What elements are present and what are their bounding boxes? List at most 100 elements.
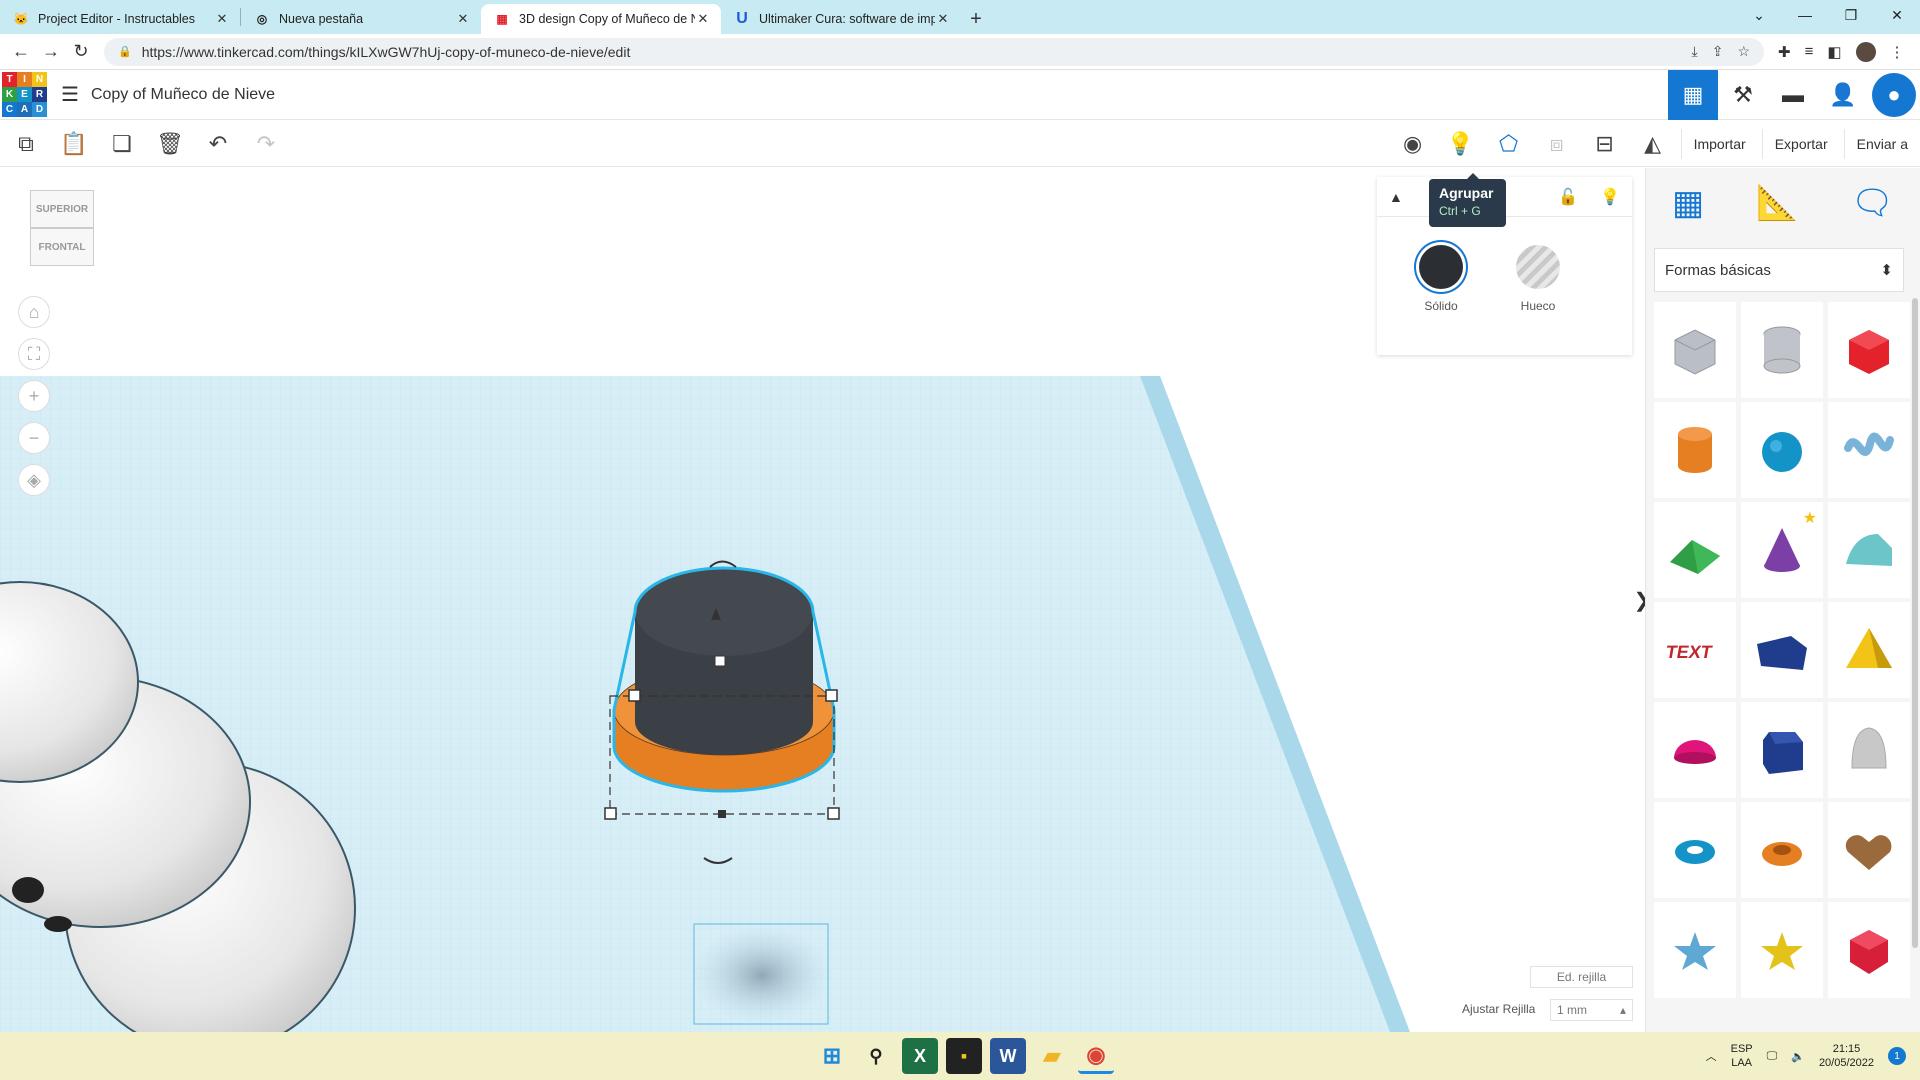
shape-round-roof[interactable] xyxy=(1828,502,1910,598)
side-panel-icon[interactable]: ◧ xyxy=(1827,43,1841,61)
shape-half-sphere[interactable] xyxy=(1654,702,1736,798)
browser-tab-instructables[interactable]: 🐱 Project Editor - Instructables ✕ xyxy=(0,4,240,34)
solid-swatch[interactable] xyxy=(1419,245,1463,289)
close-tab-icon[interactable]: ✕ xyxy=(695,11,711,27)
home-view-icon[interactable]: ⌂ xyxy=(18,296,50,328)
visibility-bulb-icon[interactable]: 💡 xyxy=(1600,187,1620,207)
delete-icon[interactable]: 🗑 xyxy=(146,121,194,167)
shape-box-hole[interactable] xyxy=(1654,302,1736,398)
send-to-button[interactable]: Enviar a xyxy=(1843,129,1920,159)
user-avatar[interactable]: ● xyxy=(1872,73,1916,117)
forward-icon[interactable]: → xyxy=(36,37,66,67)
word-icon[interactable]: W xyxy=(990,1038,1026,1074)
network-icon[interactable]: 🖵 xyxy=(1767,1050,1778,1063)
light-bulb-icon[interactable]: 💡 xyxy=(1437,121,1485,167)
hole-swatch[interactable] xyxy=(1516,245,1560,289)
height-handle[interactable] xyxy=(714,655,726,667)
shape-wedge[interactable] xyxy=(1741,602,1823,698)
duplicate-icon[interactable]: ❏ xyxy=(98,121,146,167)
snap-grid-select[interactable]: 1 mm ▴ xyxy=(1550,999,1633,1021)
lock-shape-icon[interactable]: 🔓 xyxy=(1558,187,1578,207)
shape-star-gold[interactable] xyxy=(1741,902,1823,998)
shape-paraboloid[interactable] xyxy=(1828,702,1910,798)
paste-icon[interactable]: 📋 xyxy=(50,121,98,167)
browser-menu-icon[interactable]: ⋮ xyxy=(1890,43,1905,61)
blocks-icon[interactable]: ⚒ xyxy=(1718,70,1768,120)
shape-pyramid[interactable] xyxy=(1828,602,1910,698)
close-tab-icon[interactable]: ✕ xyxy=(935,11,951,27)
edit-grid-button[interactable]: Ed. rejilla xyxy=(1530,966,1633,988)
tinkercad-logo[interactable]: T I N K E R C A D xyxy=(2,72,47,117)
collapse-icon[interactable]: ▲ xyxy=(1389,189,1403,205)
reload-icon[interactable]: ↻ xyxy=(66,37,96,67)
bookmark-star-icon[interactable]: ☆ xyxy=(1737,43,1750,60)
export-button[interactable]: Exportar xyxy=(1761,129,1840,159)
reading-list-icon[interactable]: ≡ xyxy=(1805,43,1814,60)
perspective-icon[interactable]: ◈ xyxy=(18,464,50,496)
shape-cone[interactable]: ★ xyxy=(1741,502,1823,598)
center-handle[interactable] xyxy=(718,810,726,818)
close-window-icon[interactable]: ✕ xyxy=(1874,0,1920,30)
shape-heart[interactable] xyxy=(1828,802,1910,898)
resize-handle[interactable] xyxy=(827,807,840,820)
shape-sphere[interactable] xyxy=(1741,402,1823,498)
redo-icon[interactable]: ↷ xyxy=(242,121,290,167)
close-tab-icon[interactable]: ✕ xyxy=(455,11,471,27)
design-title[interactable]: Copy of Muñeco de Nieve xyxy=(91,86,275,104)
add-user-icon[interactable]: 👤 xyxy=(1818,70,1868,120)
shape-icosahedron[interactable] xyxy=(1828,902,1910,998)
excel-icon[interactable]: X xyxy=(902,1038,938,1074)
shape-text[interactable]: TEXT xyxy=(1654,602,1736,698)
resize-handle[interactable] xyxy=(825,689,838,702)
back-icon[interactable]: ← xyxy=(6,37,36,67)
hat-crown-bottom[interactable] xyxy=(635,689,813,755)
shape-category-select[interactable]: Formas básicas ⬍ xyxy=(1654,248,1904,292)
shape-box[interactable] xyxy=(1828,302,1910,398)
tab-search-icon[interactable]: ⌄ xyxy=(1736,0,1782,30)
mirror-icon[interactable]: ◭ xyxy=(1629,121,1677,167)
hole-option[interactable]: Hueco xyxy=(1508,245,1568,313)
url-field[interactable]: 🔒 https://www.tinkercad.com/things/kILXw… xyxy=(104,37,1764,66)
browser-tab-tinkercad[interactable]: ▦ 3D design Copy of Muñeco de N ✕ xyxy=(481,4,721,34)
view-cube[interactable]: SUPERIOR FRONTAL xyxy=(30,190,96,268)
resize-handle[interactable] xyxy=(604,807,617,820)
share-icon[interactable]: ⇪ xyxy=(1712,43,1724,60)
browser-tab-new[interactable]: ◎ Nueva pestaña ✕ xyxy=(241,4,481,34)
clock[interactable]: 21:15 20/05/2022 xyxy=(1819,1042,1874,1070)
notification-badge[interactable]: 1 xyxy=(1888,1047,1906,1065)
shape-roof[interactable] xyxy=(1654,502,1736,598)
zoom-in-icon[interactable]: + xyxy=(18,380,50,412)
chrome-icon[interactable]: ◉ xyxy=(1078,1038,1114,1074)
new-tab-button[interactable]: + xyxy=(961,4,991,34)
browser-tab-cura[interactable]: U Ultimaker Cura: software de impr ✕ xyxy=(721,4,961,34)
shape-torus[interactable] xyxy=(1654,802,1736,898)
minimize-icon[interactable]: — xyxy=(1782,0,1828,30)
volume-icon[interactable]: 🔈 xyxy=(1791,1050,1805,1063)
solid-option[interactable]: Sólido xyxy=(1411,245,1471,313)
language-indicator[interactable]: ESP LAA xyxy=(1731,1042,1753,1070)
ruler-tab-icon[interactable]: 📐 xyxy=(1756,183,1798,223)
snowman-button[interactable] xyxy=(12,877,44,903)
restore-icon[interactable]: ❐ xyxy=(1828,0,1874,30)
copy-icon[interactable]: ⧉ xyxy=(2,121,50,167)
sticky-notes-icon[interactable]: ▪ xyxy=(946,1038,982,1074)
shape-polygon[interactable] xyxy=(1741,702,1823,798)
shape-tube[interactable] xyxy=(1741,802,1823,898)
bricks-icon[interactable]: ▬ xyxy=(1768,70,1818,120)
align-icon[interactable]: ⊟ xyxy=(1581,121,1629,167)
install-app-icon[interactable]: ⤓ xyxy=(1692,43,1698,60)
shape-cylinder[interactable] xyxy=(1654,402,1736,498)
group-icon[interactable]: ⬠ xyxy=(1485,121,1533,167)
tray-overflow-icon[interactable]: ︿ xyxy=(1706,1048,1717,1064)
workplane-tab-icon[interactable]: ▦ xyxy=(1672,183,1704,223)
import-button[interactable]: Importar xyxy=(1680,129,1758,159)
ungroup-icon[interactable]: ⧈ xyxy=(1533,121,1581,167)
close-tab-icon[interactable]: ✕ xyxy=(214,11,230,27)
snowman-button[interactable] xyxy=(44,916,72,932)
view-cube-top[interactable]: SUPERIOR xyxy=(30,190,94,228)
zoom-out-icon[interactable]: − xyxy=(18,422,50,454)
windows-start-icon[interactable]: ⊞ xyxy=(814,1038,850,1074)
profile-avatar[interactable] xyxy=(1855,41,1876,62)
view-cube-front[interactable]: FRONTAL xyxy=(30,228,94,266)
notes-icon[interactable]: ◉ xyxy=(1389,121,1437,167)
